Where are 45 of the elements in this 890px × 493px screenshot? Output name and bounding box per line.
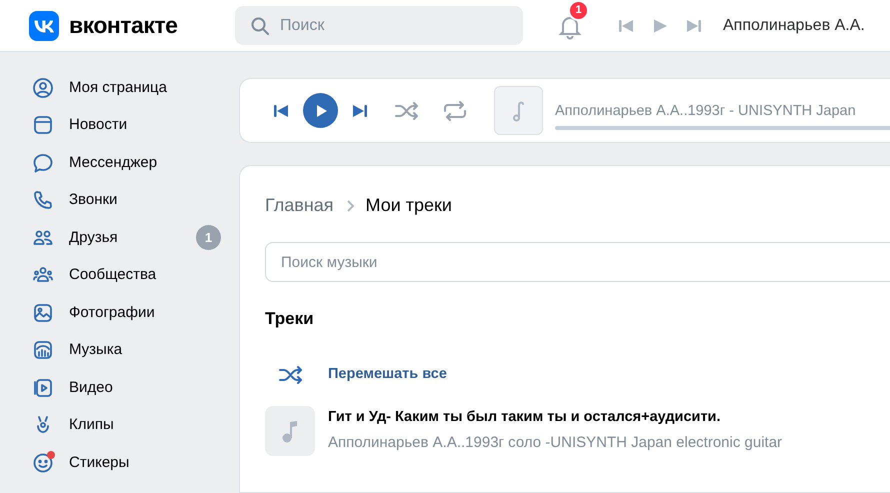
play-button[interactable] — [303, 93, 338, 128]
previous-icon[interactable] — [273, 102, 289, 119]
section-title: Треки — [265, 308, 315, 330]
music-note-icon — [512, 98, 526, 123]
sidebar-item[interactable]: Новости — [0, 106, 239, 144]
logo-text: вконтакте — [69, 11, 178, 40]
sidebar-item[interactable]: Музыка — [0, 332, 239, 369]
logo-icon[interactable] — [29, 10, 59, 40]
video-icon — [32, 376, 54, 399]
sidebar-item[interactable]: Стикеры — [0, 444, 239, 482]
shuffle-all-button[interactable]: Перемешать все — [265, 364, 890, 386]
track-title: Апполинарьев А.А..1993г - UNISYNTH Japan — [555, 102, 857, 121]
breadcrumb-current: Мои треки — [366, 194, 452, 218]
breadcrumb-link[interactable]: Главная — [265, 192, 334, 220]
sidebar-item[interactable]: Клипы — [0, 406, 239, 444]
count-badge: 1 — [196, 225, 221, 250]
next-icon[interactable] — [352, 102, 368, 119]
smiley-icon — [32, 452, 54, 474]
news-icon — [32, 114, 54, 136]
chat-bubble-icon — [32, 152, 54, 174]
track-row[interactable]: Гит и Уд- Каким ты был таким ты и остался+аудисити. Апполинарьев А.А..1993г соло -UNISYNTH Japan electronic guitar — [265, 406, 890, 456]
shuffle-icon[interactable] — [394, 100, 420, 121]
picture-icon — [32, 302, 54, 324]
repeat-icon[interactable] — [442, 100, 468, 122]
track-name: Гит и Уд- Каким ты был таким ты и остался+аудисити. — [328, 408, 722, 427]
shuffle-icon — [278, 364, 304, 385]
now-playing-title[interactable]: Апполинарьев А.А. — [723, 14, 865, 38]
sidebar-item[interactable]: Фотографии — [0, 294, 239, 332]
play-icon[interactable] — [652, 18, 668, 34]
notification-badge: 1 — [568, 0, 589, 20]
profile-icon — [32, 76, 54, 99]
chevron-icon — [346, 200, 354, 212]
search-icon — [250, 16, 270, 36]
track-artist: Апполинарьев А.А..1993г соло -UNISYNTH Japan electronic guitar — [328, 432, 782, 453]
search-field[interactable]: Поиск — [235, 6, 523, 45]
sidebar-item[interactable]: Моя страница — [0, 69, 239, 106]
music-search-field[interactable]: Поиск музыки — [265, 242, 890, 282]
music-bars-icon — [32, 339, 54, 362]
phone-icon — [32, 189, 54, 212]
sidebar-item[interactable]: Звонки — [0, 182, 239, 219]
sidebar-item[interactable]: Друзья 1 — [0, 219, 239, 256]
progress-bar[interactable] — [555, 126, 890, 130]
sidebar-item[interactable]: Сообщества — [0, 256, 239, 294]
sidebar-item[interactable]: Мессенджер — [0, 144, 239, 182]
sidebar-item[interactable]: Видео — [0, 369, 239, 406]
